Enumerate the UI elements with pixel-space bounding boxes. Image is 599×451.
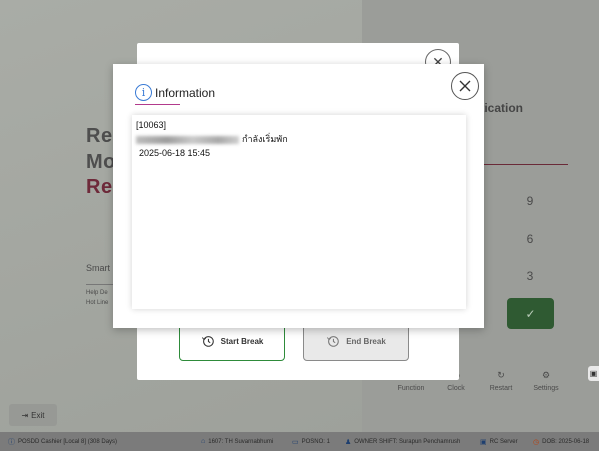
keypad-key-6[interactable]: 6 <box>508 224 552 254</box>
title-underline <box>135 104 180 105</box>
welcome-text-line-2: Mo <box>86 151 116 173</box>
user-icon: ♟ <box>345 438 352 446</box>
panel-icon: ▣ <box>589 369 598 378</box>
store-icon: ⌂ <box>201 438 206 445</box>
status-owner-shift: ♟ OWNER SHIFT: Surapun Penchamrush <box>345 438 461 446</box>
status-server: ▣ RC Server <box>480 438 518 446</box>
info-icon: ⓘ <box>8 438 15 446</box>
clock-restart-icon <box>201 336 214 347</box>
keypad-key-9[interactable]: 9 <box>508 186 552 216</box>
help-text: Help De Hot Line <box>86 290 109 306</box>
message-status: กำลังเริ่มพัก <box>242 134 288 144</box>
exit-button[interactable]: ⇥ Exit <box>9 404 57 426</box>
restart-icon: ↻ <box>497 370 505 380</box>
restart-button[interactable]: ↻ Restart <box>479 370 523 404</box>
settings-button[interactable]: ⚙ Settings <box>524 370 568 404</box>
message-datetime: 2025-06-18 15:45 <box>139 148 211 158</box>
server-icon: ▣ <box>480 438 487 446</box>
exit-icon: ⇥ <box>21 410 29 420</box>
status-store: ⌂ 1607: TH Suvarnabhumi <box>201 438 274 445</box>
redacted-name <box>136 135 239 144</box>
status-pos-info: ⓘ POSDD Cashier [Local 8] (308 Days) <box>8 438 118 446</box>
keypad-confirm-button[interactable]: ✓ <box>507 298 554 329</box>
status-posno: ▭ POSNO: 1 <box>292 438 330 446</box>
info-icon: i <box>135 84 152 101</box>
welcome-text-line-1: Re <box>86 125 113 147</box>
monitor-icon: ▭ <box>292 438 299 446</box>
side-panel-toggle[interactable]: ▣ <box>588 366 599 381</box>
modal-header: i Information <box>135 84 215 101</box>
message-status-line: กำลังเริ่มพัก <box>136 132 462 146</box>
auth-input-underline <box>484 164 568 165</box>
keypad-key-3[interactable]: 3 <box>508 261 552 291</box>
modal-title: Information <box>155 85 216 100</box>
message-box: [10063] กำลังเริ่มพัก 2025-06-18 15:45 <box>132 115 466 309</box>
modal-close-button[interactable] <box>451 72 479 100</box>
close-icon <box>459 80 471 92</box>
message-code: [10063] <box>136 120 167 130</box>
smart-label: Smart <box>86 263 111 273</box>
status-bar: ⓘ POSDD Cashier [Local 8] (308 Days) ⌂ 1… <box>0 432 599 451</box>
clock-icon: ◷ <box>533 438 540 446</box>
clock-restart-icon <box>327 336 339 347</box>
welcome-text-line-3: Re <box>86 176 113 198</box>
information-modal: i Information [10063] กำลังเริ่มพัก 2025… <box>113 64 484 328</box>
gear-icon: ⚙ <box>541 370 551 380</box>
status-dob: ◷ DOB: 2025-06-18 <box>533 438 590 446</box>
